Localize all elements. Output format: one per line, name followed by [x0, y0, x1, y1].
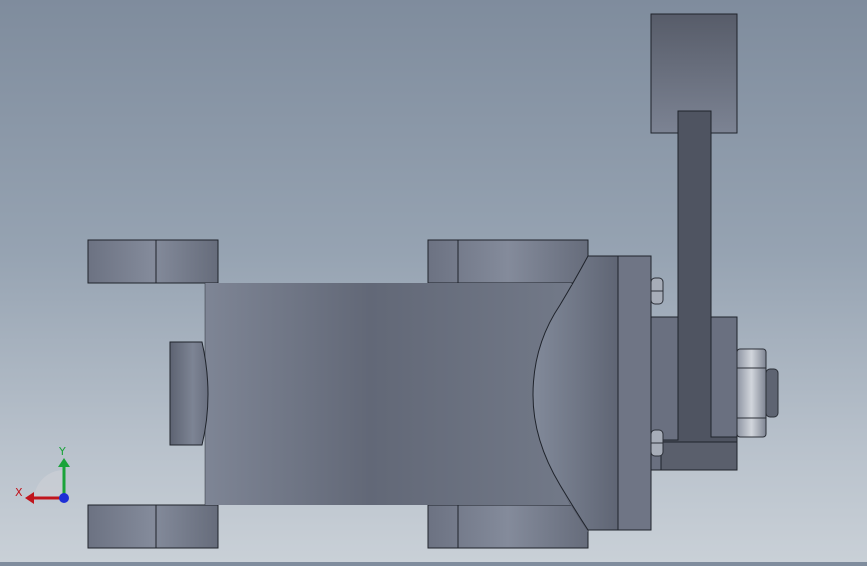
flange-top-left[interactable] — [87, 239, 219, 284]
flange-bottom-right[interactable] — [427, 504, 589, 549]
x-axis-label: X — [15, 486, 23, 499]
z-axis-dot-icon — [59, 493, 69, 503]
model-canvas[interactable]: X Y — [0, 0, 867, 562]
flange-bottom-left[interactable] — [87, 504, 219, 549]
graphics-viewport[interactable]: X Y — [0, 0, 867, 562]
y-axis-label: Y — [58, 445, 66, 458]
inlet-port[interactable] — [169, 341, 209, 446]
screw-top[interactable] — [650, 277, 664, 305]
reference-triad: X Y — [15, 445, 70, 504]
flange-top-right[interactable] — [427, 239, 589, 284]
valve-body[interactable] — [204, 240, 588, 532]
screw-bottom[interactable] — [650, 429, 664, 457]
hex-nut[interactable] — [736, 348, 779, 438]
